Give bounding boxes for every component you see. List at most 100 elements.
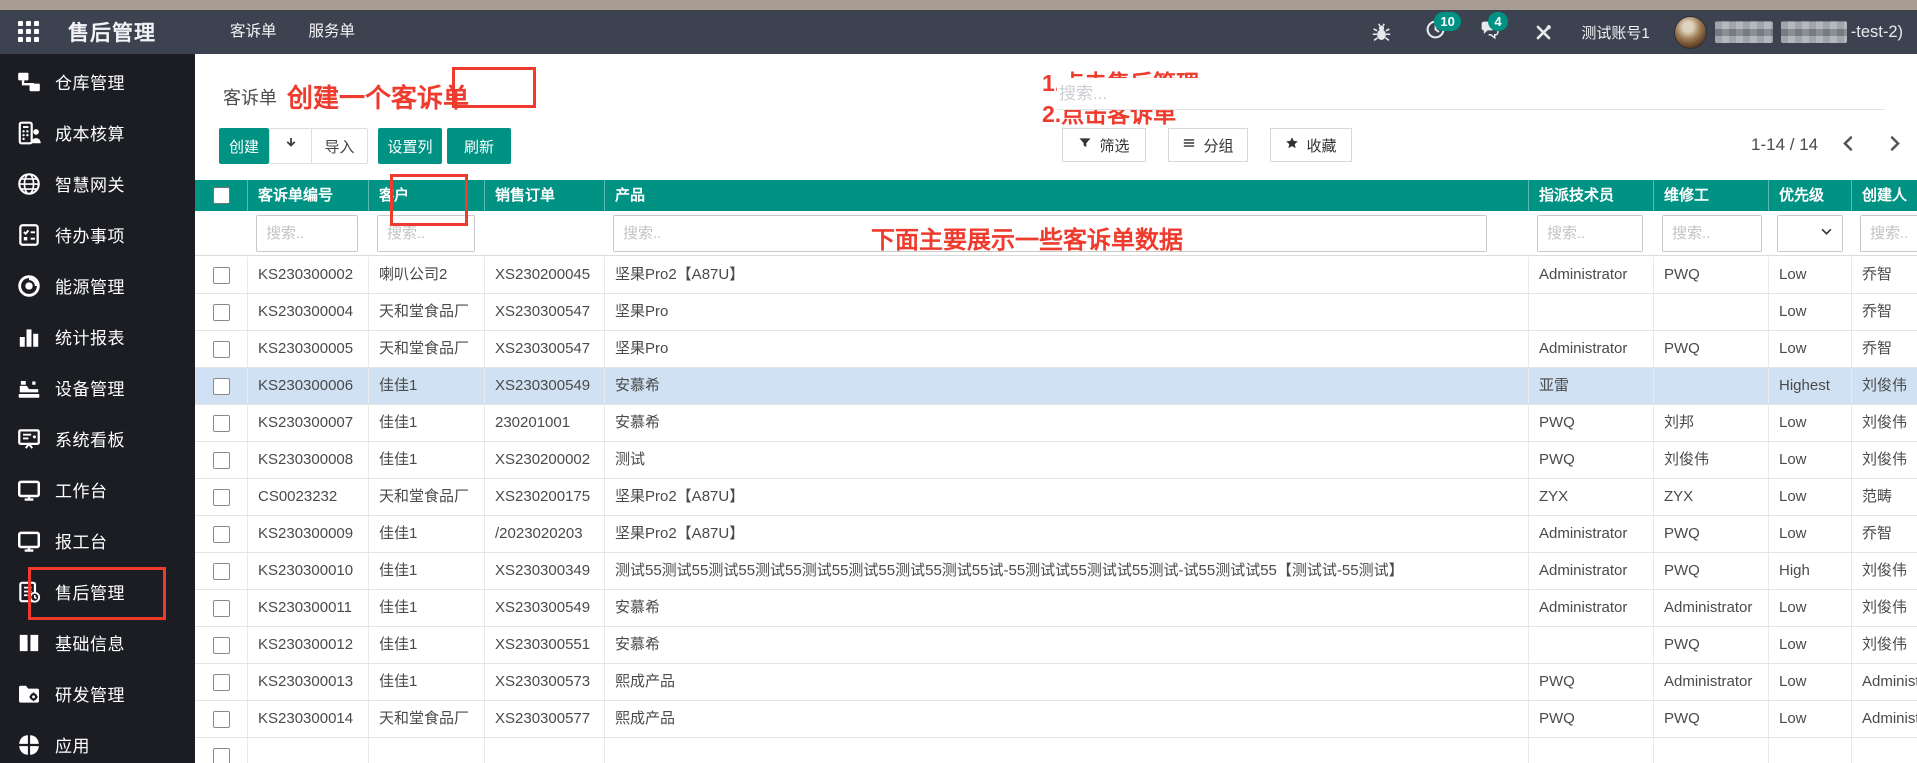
cell-creator: 乔智 xyxy=(1862,340,1893,357)
tab-complaint-orders[interactable]: 客诉单 xyxy=(214,10,293,54)
cell-repairer: PWQ xyxy=(1654,627,1769,663)
group-by-button[interactable]: 分组 xyxy=(1168,128,1248,162)
sidebar-item-能源管理[interactable]: 能源管理 xyxy=(0,260,195,311)
filter-button[interactable]: 筛选 xyxy=(1062,128,1146,162)
number-filter-input[interactable] xyxy=(256,215,358,252)
row-checkbox[interactable] xyxy=(212,748,230,763)
cell-technician: PWQ xyxy=(1529,701,1654,737)
cell-product: 测试55测试55测试55测试55测试55测试55测试55测试55试-55测试试5… xyxy=(605,553,1529,589)
test-account-label[interactable]: 测试账号1 xyxy=(1581,22,1649,43)
sidebar-item-智慧网关[interactable]: 智慧网关 xyxy=(0,158,195,209)
apps-grid-icon[interactable] xyxy=(18,21,40,43)
sidebar-item-应用[interactable]: 应用 xyxy=(0,719,195,763)
select-all-checkbox[interactable] xyxy=(212,187,230,204)
table-row[interactable]: KS230300009 佳佳1 /2023020203 坚果Pro2【A87U】… xyxy=(195,516,1917,553)
row-checkbox[interactable] xyxy=(212,562,230,580)
row-checkbox[interactable] xyxy=(212,377,230,395)
column-header-product[interactable]: 产品 xyxy=(605,180,1529,211)
table-row[interactable]: KS230300008 佳佳1 XS230200002 测试 PWQ 刘俊伟 L… xyxy=(195,442,1917,479)
row-checkbox[interactable] xyxy=(212,673,230,691)
sidebar-item-成本核算[interactable]: 成本核算 xyxy=(0,107,195,158)
column-header-technician[interactable]: 指派技术员 xyxy=(1529,180,1654,211)
account-suffix: -test-2) xyxy=(1850,22,1903,41)
cell-product: 安慕希 xyxy=(605,627,1529,663)
import-button[interactable]: 导入 xyxy=(311,128,368,164)
sidebar-item-基础信息[interactable]: 基础信息 xyxy=(0,617,195,668)
row-checkbox[interactable] xyxy=(212,266,230,284)
table-row[interactable]: CS0023232 天和堂食品厂 XS230200175 坚果Pro2【A87U… xyxy=(195,479,1917,516)
sidebar-item-仓库管理[interactable]: 仓库管理 xyxy=(0,56,195,107)
table-row[interactable]: KS230300014 天和堂食品厂 XS230300577 熙成产品 PWQ … xyxy=(195,701,1917,738)
cell-technician: 亚雷 xyxy=(1529,368,1654,404)
column-header-priority[interactable]: 优先级 xyxy=(1769,180,1852,211)
row-checkbox[interactable] xyxy=(212,525,230,543)
sidebar-item-系统看板[interactable]: 系统看板 xyxy=(0,413,195,464)
row-checkbox[interactable] xyxy=(212,599,230,617)
table-row[interactable]: KS230300006 佳佳1 XS230300549 安慕希 亚雷 Highe… xyxy=(195,368,1917,405)
sidebar-item-统计报表[interactable]: 统计报表 xyxy=(0,311,195,362)
column-header-customer[interactable]: 客户 xyxy=(369,180,485,211)
column-header-repairer[interactable]: 维修工 xyxy=(1654,180,1769,211)
technician-filter-input[interactable] xyxy=(1537,215,1643,252)
table-row[interactable]: KS230300012 佳佳1 XS230300551 安慕希 PWQ Low … xyxy=(195,627,1917,664)
pager-previous-button[interactable] xyxy=(1833,130,1863,160)
sidebar-item-研发管理[interactable]: 研发管理 xyxy=(0,668,195,719)
table-row[interactable]: KS230300013 佳佳1 XS230300573 熙成产品 PWQ Adm… xyxy=(195,664,1917,701)
sidebar-item-待办事项[interactable]: 待办事项 xyxy=(0,209,195,260)
search-input[interactable] xyxy=(1057,78,1885,110)
repairer-filter-input[interactable] xyxy=(1662,215,1762,252)
priority-filter-dropdown[interactable] xyxy=(1777,215,1843,252)
row-checkbox[interactable] xyxy=(212,414,230,432)
app-title: 售后管理 xyxy=(68,22,156,45)
sidebar-item-报工台[interactable]: 报工台 xyxy=(0,515,195,566)
table-row[interactable]: KS230300007 佳佳1 230201001 安慕希 PWQ 刘邦 Low… xyxy=(195,405,1917,442)
row-select-cell xyxy=(195,405,248,441)
chevron-right-icon xyxy=(1886,135,1903,155)
row-select-cell xyxy=(195,442,248,478)
cell-number: KS230300008 xyxy=(248,442,369,478)
table-row[interactable]: KS230300010 佳佳1 XS230300349 测试55测试55测试55… xyxy=(195,553,1917,590)
sidebar-item-label: 统计报表 xyxy=(55,329,125,348)
row-checkbox[interactable] xyxy=(212,303,230,321)
activities-button[interactable]: 10 xyxy=(1423,12,1461,44)
row-checkbox[interactable] xyxy=(212,488,230,506)
column-header-number[interactable]: 客诉单编号 xyxy=(248,180,369,211)
bug-icon[interactable] xyxy=(1369,20,1393,44)
favorites-button[interactable]: 收藏 xyxy=(1270,128,1352,162)
column-header-creator[interactable]: 创建人 xyxy=(1852,180,1917,211)
cell-repairer: 刘邦 xyxy=(1654,405,1769,441)
cell-priority: Low xyxy=(1769,664,1852,700)
cell-sales-order: XS230300549 xyxy=(485,368,605,404)
cell-sales-order: XS230300549 xyxy=(485,590,605,626)
group-lines-icon xyxy=(1182,136,1196,154)
table-row[interactable]: KS230300002 喇叭公司2 XS230200045 坚果Pro2【A87… xyxy=(195,257,1917,294)
row-checkbox[interactable] xyxy=(212,340,230,358)
messages-button[interactable]: 4 xyxy=(1477,12,1508,44)
pager-next-button[interactable] xyxy=(1879,130,1909,160)
funnel-icon xyxy=(1078,136,1092,154)
cell-priority: Low xyxy=(1769,590,1852,626)
table-row-partial[interactable] xyxy=(195,738,1917,763)
tools-icon[interactable] xyxy=(1531,20,1555,44)
row-checkbox[interactable] xyxy=(212,710,230,728)
table-row[interactable]: KS230300011 佳佳1 XS230300549 安慕希 Administ… xyxy=(195,590,1917,627)
tab-service-orders[interactable]: 服务单 xyxy=(293,10,372,54)
customer-filter-input[interactable] xyxy=(377,215,475,252)
cell-priority: Low xyxy=(1769,627,1852,663)
avatar[interactable] xyxy=(1673,15,1707,49)
export-button[interactable] xyxy=(269,128,313,164)
refresh-button[interactable]: 刷新 xyxy=(447,128,511,164)
sidebar-item-设备管理[interactable]: 设备管理 xyxy=(0,362,195,413)
row-checkbox[interactable] xyxy=(212,451,230,469)
table-row[interactable]: KS230300004 天和堂食品厂 XS230300547 坚果Pro Low… xyxy=(195,294,1917,331)
cell-sales-order: /2023020203 xyxy=(485,516,605,552)
create-button[interactable]: 创建 xyxy=(219,128,269,164)
set-columns-button[interactable]: 设置列 xyxy=(378,128,442,164)
sidebar-item-售后管理[interactable]: 售后管理 xyxy=(0,566,195,620)
row-checkbox[interactable] xyxy=(212,636,230,654)
column-header-sales-order[interactable]: 销售订单 xyxy=(485,180,605,211)
sidebar-item-工作台[interactable]: 工作台 xyxy=(0,464,195,515)
creator-filter-input[interactable] xyxy=(1860,215,1917,252)
cell-sales-order: XS230300349 xyxy=(485,553,605,589)
table-row[interactable]: KS230300005 天和堂食品厂 XS230300547 坚果Pro Adm… xyxy=(195,331,1917,368)
